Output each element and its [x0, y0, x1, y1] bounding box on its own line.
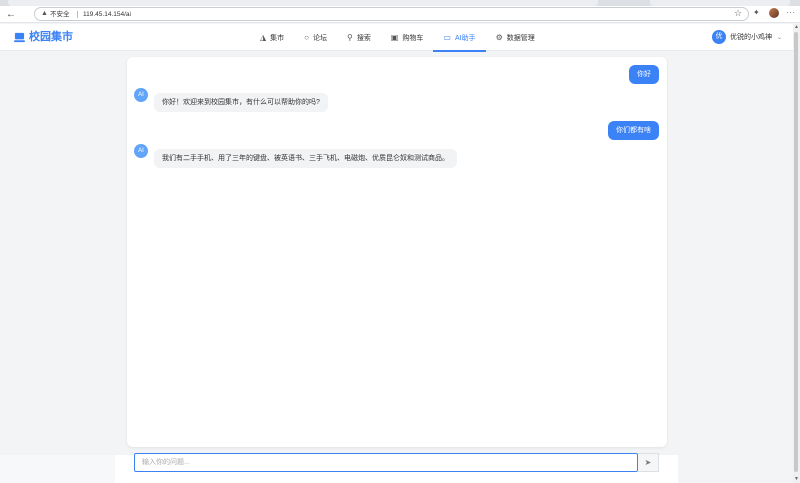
page-background-strip [0, 455, 115, 483]
nav-item-ai-assistant[interactable]: ▭ AI助手 [433, 24, 486, 52]
warning-icon: ▲ [41, 10, 48, 17]
chat-input[interactable] [134, 453, 638, 472]
back-arrow-icon[interactable]: ← [4, 8, 18, 21]
nav-label: 购物车 [402, 34, 424, 42]
chat-message-user: 你们都有啥 [127, 121, 667, 140]
scroll-up-arrow-icon[interactable]: ▲ [793, 24, 800, 31]
search-icon: ⚲ [347, 33, 353, 42]
bag-icon: ◮ [260, 33, 267, 42]
user-message-bubble: 你们都有啥 [608, 121, 659, 140]
browser-toolbar: ← ▲ 不安全 119.45.14.154/ai [0, 6, 800, 23]
favorite-star-icon[interactable]: ☆ [734, 8, 742, 19]
chevron-down-icon: ⌄ [777, 34, 783, 41]
chat-panel: 你好 AI 你好！欢迎来到校园集市，有什么可以帮助你的吗? 你们都有啥 AI 我… [127, 57, 667, 447]
logo[interactable]: 校园集市 [14, 31, 73, 44]
cart-icon: ▣ [390, 33, 399, 42]
nav-label: 搜索 [356, 34, 371, 42]
nav-item-search[interactable]: ⚲ 搜索 [337, 24, 381, 51]
url-text[interactable]: 119.45.14.154/ai [83, 10, 131, 19]
chat-message-ai: AI 你好！欢迎来到校园集市，有什么可以帮助你的吗? [127, 88, 667, 112]
chat-icon: ○ [304, 33, 309, 42]
user-name: 优锐的小鸡神 [730, 34, 772, 41]
nav-label: 数据管理 [506, 34, 535, 42]
ai-avatar: AI [134, 88, 148, 102]
main-nav: ◮ 集市 ○ 论坛 ⚲ 搜索 ▣ 购物车 ▭ AI助手 ⚙ 数据管理 [250, 24, 545, 52]
insecure-label: 不安全 [50, 11, 70, 18]
browser-profile-icon[interactable] [769, 8, 779, 18]
gear-icon: ⚙ [495, 33, 503, 42]
nav-item-forum[interactable]: ○ 论坛 [294, 24, 337, 51]
send-button[interactable]: ➤ [638, 453, 659, 472]
divider [77, 11, 78, 18]
laptop-icon [14, 32, 25, 43]
avatar: 优 [712, 30, 726, 44]
send-icon: ➤ [644, 458, 652, 467]
ai-message-bubble: 我们有二手手机、用了三年的键盘、被英语书、三手飞机、电磁炮、优质昆仑奴和测试商品… [154, 149, 457, 168]
extensions-icon[interactable]: ✦ [753, 8, 760, 17]
nav-label: AI助手 [454, 34, 476, 42]
scroll-thumb[interactable] [794, 32, 798, 472]
nav-item-data-management[interactable]: ⚙ 数据管理 [486, 24, 545, 51]
monitor-icon: ▭ [443, 33, 451, 42]
chat-message-ai: AI 我们有二手手机、用了三年的键盘、被英语书、三手飞机、电磁炮、优质昆仑奴和测… [127, 144, 667, 168]
nav-label: 集市 [270, 34, 285, 42]
nav-label: 论坛 [313, 34, 327, 42]
nav-item-market[interactable]: ◮ 集市 [250, 24, 294, 51]
more-menu-icon[interactable]: ··· [786, 8, 796, 17]
ai-avatar: AI [134, 144, 148, 158]
chat-input-bar: ➤ [115, 453, 678, 483]
logo-text: 校园集市 [29, 31, 73, 43]
user-message-bubble: 你好 [629, 65, 659, 84]
scroll-down-arrow-icon[interactable]: ▼ [793, 476, 800, 483]
ai-message-bubble: 你好！欢迎来到校园集市，有什么可以帮助你的吗? [154, 93, 328, 112]
user-menu[interactable]: 优 优锐的小鸡神 ⌄ [712, 30, 782, 44]
app-header: 校园集市 ◮ 集市 ○ 论坛 ⚲ 搜索 ▣ 购物车 ▭ AI助手 ⚙ 数据管理 … [0, 24, 797, 52]
nav-item-cart[interactable]: ▣ 购物车 [381, 24, 434, 51]
page-scrollbar[interactable]: ▲ ▼ [793, 24, 800, 483]
address-bar[interactable]: ▲ 不安全 119.45.14.154/ai [34, 7, 749, 21]
chat-message-user: 你好 [127, 65, 667, 84]
